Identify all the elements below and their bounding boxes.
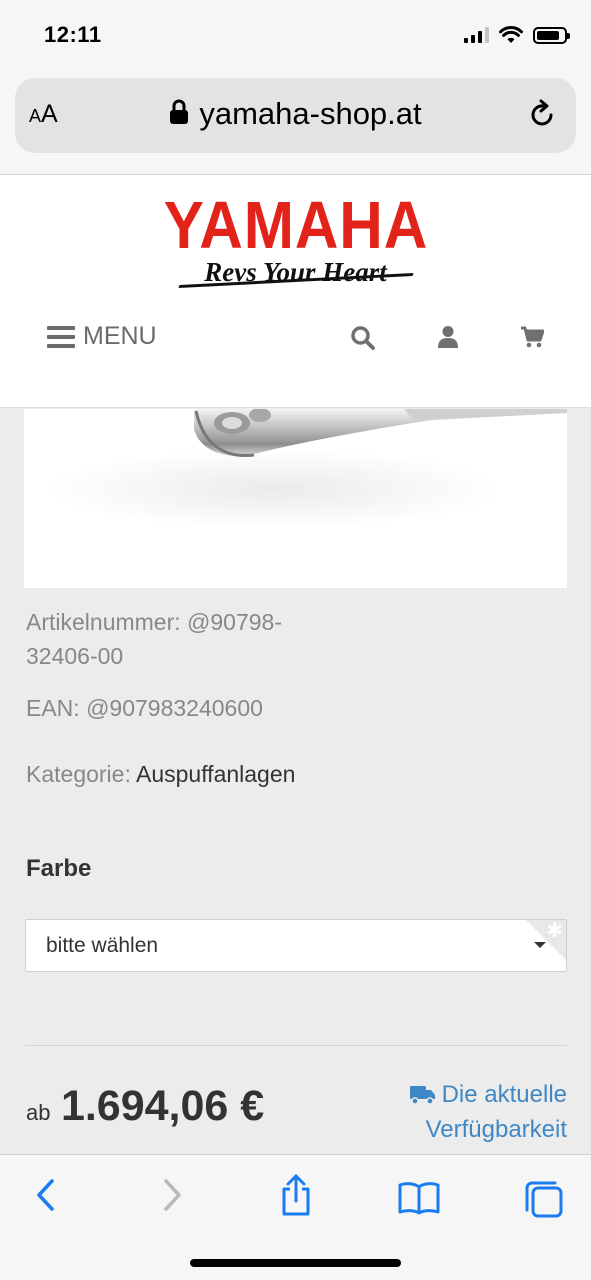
category-label: Kategorie:	[26, 761, 131, 787]
availability-line2: Verfügbarkeit	[425, 1116, 567, 1143]
menu-label: MENU	[83, 322, 157, 350]
ean: EAN: @907983240600	[26, 691, 263, 725]
yamaha-logo[interactable]: YAMAHA Revs Your Heart	[0, 188, 591, 289]
user-icon[interactable]	[437, 325, 459, 349]
battery-level	[537, 30, 560, 40]
color-select[interactable]: bitte wählen ✱	[25, 919, 567, 972]
status-time: 12:11	[44, 22, 102, 47]
status-bar: 12:11	[0, 0, 591, 70]
category-link[interactable]: Auspuffanlagen	[136, 761, 295, 787]
reload-icon[interactable]	[528, 98, 558, 130]
status-icons	[464, 26, 570, 44]
availability-link[interactable]: Die aktuelle Verfügbarkeit	[409, 1077, 567, 1147]
menu-button[interactable]: MENU	[47, 322, 157, 351]
product-image[interactable]	[24, 409, 567, 588]
back-icon[interactable]	[34, 1177, 58, 1213]
search-icon[interactable]	[350, 325, 376, 351]
price-row: ab 1.694,06 €	[26, 1082, 264, 1131]
article-number-line2: 32406-00	[26, 643, 124, 669]
logo-wordmark: YAMAHA	[163, 188, 428, 263]
browser-top-bar: AA yamaha-shop.at	[0, 70, 591, 175]
chevron-down-icon	[534, 942, 546, 948]
hamburger-icon	[47, 325, 75, 348]
availability-line1: Die aktuelle	[441, 1081, 567, 1108]
article-number-label: Artikelnummer:	[26, 609, 181, 635]
required-star-icon: ✱	[546, 920, 563, 942]
ean-label: EAN:	[26, 695, 80, 721]
exhaust-image	[44, 409, 567, 529]
battery-icon	[533, 26, 570, 44]
color-select-value: bitte wählen	[46, 934, 159, 957]
url-display[interactable]: yamaha-shop.at	[15, 96, 576, 132]
bookmarks-icon[interactable]	[398, 1181, 440, 1215]
category: Kategorie: Auspuffanlagen	[26, 757, 295, 791]
wifi-icon	[499, 26, 523, 43]
share-icon[interactable]	[278, 1173, 314, 1217]
price: 1.694,06 €	[60, 1082, 265, 1130]
home-indicator[interactable]	[190, 1259, 401, 1267]
color-heading: Farbe	[26, 855, 92, 882]
product-page: Artikelnummer: @90798- 32406-00 EAN: @90…	[0, 409, 591, 1154]
forward-icon[interactable]	[160, 1177, 184, 1213]
article-number: Artikelnummer: @90798- 32406-00	[26, 605, 282, 673]
price-prefix: ab	[26, 1100, 51, 1125]
divider	[25, 1045, 567, 1046]
ean-value: @907983240600	[86, 695, 263, 721]
article-number-line1: @90798-	[187, 609, 283, 635]
cart-icon[interactable]	[520, 325, 544, 349]
signal-icon	[464, 27, 489, 43]
truck-icon	[409, 1086, 435, 1105]
tabs-icon[interactable]	[524, 1179, 564, 1219]
site-header: YAMAHA Revs Your Heart MENU	[0, 175, 591, 408]
url-text: yamaha-shop.at	[199, 96, 422, 131]
address-bar[interactable]: AA yamaha-shop.at	[15, 78, 576, 153]
lock-icon	[170, 99, 189, 124]
